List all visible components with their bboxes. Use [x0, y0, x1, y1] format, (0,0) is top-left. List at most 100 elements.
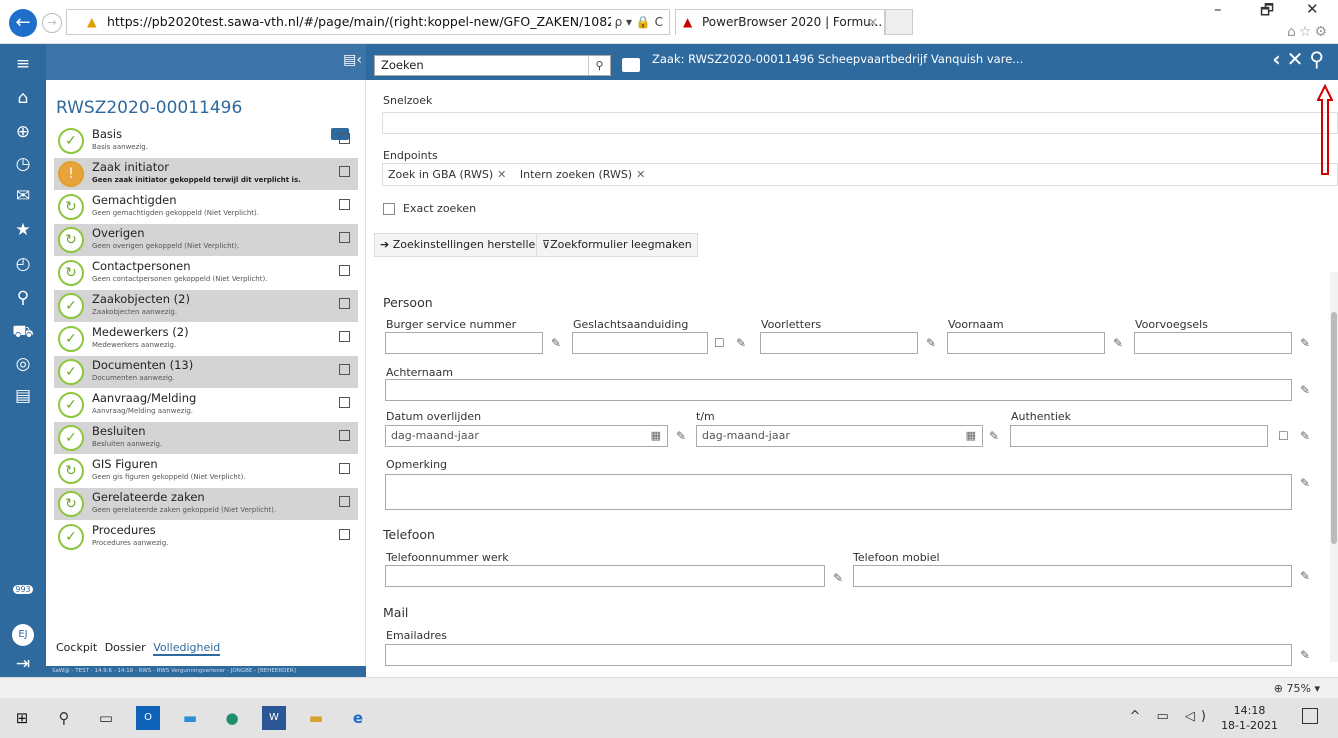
tab-cockpit[interactable]: Cockpit — [56, 641, 97, 654]
list-item[interactable]: ↻ GIS Figuren Geen gis figuren gekoppeld (… — [54, 455, 358, 487]
list-item[interactable]: ✓ Besluiten Besluiten aanwezig. — [54, 422, 358, 454]
exact-checkbox[interactable] — [383, 203, 395, 215]
action-center-icon[interactable] — [1302, 708, 1318, 724]
search-input[interactable]: Zoeken ⚲ — [374, 55, 611, 76]
restore-icon[interactable]: 🗗 — [1260, 0, 1274, 25]
opmerking-field[interactable] — [385, 474, 1292, 510]
open-external-icon[interactable] — [339, 430, 350, 441]
email-field[interactable] — [385, 644, 1292, 666]
datum-van-field[interactable]: dag-maand-jaar ▦ — [385, 425, 668, 447]
open-external-icon[interactable] — [339, 166, 350, 177]
datum-tm-field[interactable]: dag-maand-jaar ▦ — [696, 425, 983, 447]
open-external-icon[interactable] — [339, 133, 350, 144]
back-icon[interactable]: ← — [9, 9, 37, 37]
mail-icon[interactable]: ✉ — [0, 186, 46, 206]
search-icon[interactable]: ⚲ — [588, 56, 610, 75]
calendar-icon[interactable]: ▦ — [651, 426, 661, 446]
clear-field-icon[interactable]: ✎ — [1300, 429, 1310, 443]
clear-field-icon[interactable]: ✎ — [1113, 336, 1123, 350]
clear-field-icon[interactable]: ✎ — [833, 571, 843, 585]
list-item[interactable]: ↻ Overigen Geen overigen gekoppeld (Niet V… — [54, 224, 358, 256]
voorvoegsels-field[interactable] — [1134, 332, 1292, 354]
clear-field-icon[interactable]: ✎ — [926, 336, 936, 350]
clear-field-icon[interactable]: ✎ — [1300, 476, 1310, 490]
logout-icon[interactable]: ⇥ — [0, 654, 46, 674]
scrollbar-thumb[interactable] — [1331, 312, 1337, 544]
edge-icon[interactable]: ● — [220, 706, 244, 730]
remove-chip-icon[interactable]: ✕ — [636, 168, 645, 181]
list-item[interactable]: ✓ Zaakobjecten (2) Zaakobjecten aanwezig. — [54, 290, 358, 322]
bsn-field[interactable] — [385, 332, 543, 354]
menu-icon[interactable]: ≡ — [0, 54, 46, 74]
list-item[interactable]: ✓ Procedures Procedures aanwezig. — [54, 521, 358, 553]
clear-field-icon[interactable]: ✎ — [1300, 336, 1310, 350]
open-external-icon[interactable] — [339, 199, 350, 210]
magnifier-icon[interactable]: ⚲ — [1309, 47, 1330, 71]
close-window-icon[interactable]: ✕ — [1306, 0, 1319, 18]
open-external-icon[interactable] — [339, 331, 350, 342]
system-tray-icons[interactable]: ^ ▭ ◁) — [1129, 709, 1212, 724]
folder-icon[interactable]: ▬ — [304, 706, 328, 730]
notifications-icon[interactable]: 993 — [0, 584, 46, 595]
panel-toggle-icon[interactable]: ▤‹ — [343, 52, 362, 68]
open-icon[interactable]: ☐ — [714, 336, 725, 350]
minimize-icon[interactable]: – — [1214, 0, 1222, 18]
snelzoek-field[interactable] — [382, 112, 1338, 134]
tab-close-icon[interactable]: × — [868, 10, 878, 34]
list-item[interactable]: ✓ Medewerkers (2) Medewerkers aanwezig. — [54, 323, 358, 355]
open-external-icon[interactable] — [339, 496, 350, 507]
taskbar-search-icon[interactable]: ⚲ — [52, 706, 76, 730]
word-icon[interactable]: W — [262, 706, 286, 730]
search-circle-icon[interactable]: ◎ — [0, 354, 46, 374]
outlook-icon[interactable]: O — [136, 706, 160, 730]
clock-icon[interactable]: ◷ — [0, 154, 46, 174]
voorletters-field[interactable] — [760, 332, 918, 354]
file-explorer-icon[interactable]: ▬ — [178, 706, 202, 730]
clear-field-icon[interactable]: ✎ — [736, 336, 746, 350]
forward-icon[interactable]: → — [42, 13, 62, 33]
browser-tab[interactable]: ▲ PowerBrowser 2020 | Formu... × — [675, 9, 885, 35]
report-icon[interactable]: ▤ — [0, 386, 46, 406]
browser-favorites-icons[interactable]: ⌂☆⚙ — [1287, 24, 1330, 40]
clear-form-button[interactable]: ⊽Zoekformulier leegmaken — [536, 233, 698, 257]
back-chevron-icon[interactable]: ‹ — [1272, 47, 1286, 71]
list-item[interactable]: ✓ Basis Basis aanwezig. — [54, 125, 358, 157]
address-bar[interactable]: ▲ https://pb2020test.sawa-vth.nl/#/page/… — [66, 9, 670, 35]
open-external-icon[interactable] — [339, 529, 350, 540]
tab-volledigheid[interactable]: Volledigheid — [153, 641, 221, 656]
list-item[interactable]: ! Zaak initiator Geen zaak initiator gekop… — [54, 158, 358, 190]
home-icon[interactable]: ⌂ — [0, 88, 46, 108]
geslacht-field[interactable] — [572, 332, 708, 354]
open-external-icon[interactable] — [339, 397, 350, 408]
clear-field-icon[interactable]: ✎ — [1300, 383, 1310, 397]
location-icon[interactable]: ⚲ — [0, 288, 46, 308]
list-item[interactable]: ✓ Aanvraag/Melding Aanvraag/Melding aanwez… — [54, 389, 358, 421]
clear-field-icon[interactable]: ✎ — [676, 429, 686, 443]
zoom-control[interactable]: ⊕ 75% ▾ — [1274, 682, 1320, 695]
vehicle-icon[interactable]: ⛟ — [0, 322, 46, 344]
clear-field-icon[interactable]: ✎ — [989, 429, 999, 443]
clear-field-icon[interactable]: ✎ — [551, 336, 561, 350]
tel-mobiel-field[interactable] — [853, 565, 1292, 587]
tab-dossier[interactable]: Dossier — [105, 641, 146, 654]
endpoints-field[interactable]: Zoek in GBA (RWS) ✕ Intern zoeken (RWS) ✕ — [382, 163, 1338, 186]
star-icon[interactable]: ★ — [0, 220, 46, 240]
open-external-icon[interactable] — [339, 463, 350, 474]
open-external-icon[interactable] — [339, 232, 350, 243]
clear-field-icon[interactable]: ✎ — [1300, 648, 1310, 662]
internet-explorer-icon[interactable]: e — [346, 706, 370, 730]
list-item[interactable]: ✓ Documenten (13) Documenten aanwezig. — [54, 356, 358, 388]
task-view-icon[interactable]: ▭ — [94, 706, 118, 730]
start-icon[interactable]: ⊞ — [10, 706, 34, 730]
close-icon[interactable]: ✕ — [1287, 47, 1310, 71]
open-external-icon[interactable] — [339, 364, 350, 375]
new-tab-button[interactable] — [885, 9, 913, 35]
authentiek-field[interactable] — [1010, 425, 1268, 447]
reset-settings-button[interactable]: ➔ Zoekinstellingen herstellen — [374, 233, 549, 257]
address-bar-icons[interactable]: ρ ▾ 🔒 C — [610, 10, 663, 34]
clear-field-icon[interactable]: ✎ — [1300, 569, 1310, 583]
globe-icon[interactable]: ⊕ — [0, 122, 46, 142]
voornaam-field[interactable] — [947, 332, 1105, 354]
open-external-icon[interactable] — [339, 265, 350, 276]
briefcase-icon[interactable] — [622, 58, 640, 72]
